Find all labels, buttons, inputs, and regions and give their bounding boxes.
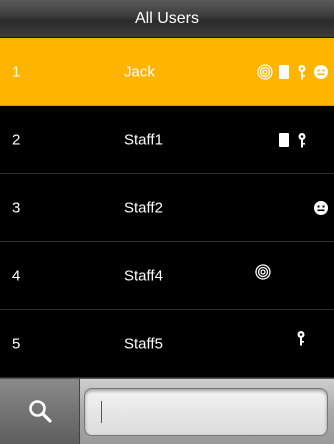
password-icon: [294, 64, 310, 80]
face-icon: [313, 64, 329, 80]
card-icon: [276, 64, 292, 80]
password-icon: [294, 132, 310, 148]
user-name: Staff1: [124, 131, 163, 148]
user-number: 1: [12, 63, 21, 80]
text-caret: [101, 401, 102, 423]
user-number: 3: [12, 199, 21, 216]
password-icon: [293, 330, 309, 346]
card-icon: [276, 132, 292, 148]
fingerprint-icon: [257, 63, 273, 80]
user-name: Staff2: [124, 199, 163, 216]
user-name: Staff4: [124, 267, 163, 284]
user-row[interactable]: 1 Jack: [0, 38, 334, 106]
user-row[interactable]: 4 Staff4: [0, 242, 334, 310]
user-row[interactable]: 2 Staff1: [0, 106, 334, 174]
user-row[interactable]: 5 Staff5: [0, 310, 334, 378]
search-icon: [29, 400, 52, 423]
user-number: 4: [12, 267, 21, 284]
face-icon: [313, 200, 329, 216]
search-input[interactable]: [84, 388, 328, 436]
fingerprint-icon: [255, 264, 271, 280]
user-number: 2: [12, 131, 21, 148]
user-number: 5: [12, 335, 21, 352]
user-name: Staff5: [124, 335, 163, 352]
user-list: 1 Jack 2 Staff1 3 Staff2 4 Staff4 5 Staf…: [0, 38, 334, 378]
search-button[interactable]: [0, 379, 80, 444]
user-row[interactable]: 3 Staff2: [0, 174, 334, 242]
page-title: All Users: [0, 0, 334, 38]
user-name: Jack: [124, 63, 155, 80]
search-bar: [0, 378, 334, 444]
